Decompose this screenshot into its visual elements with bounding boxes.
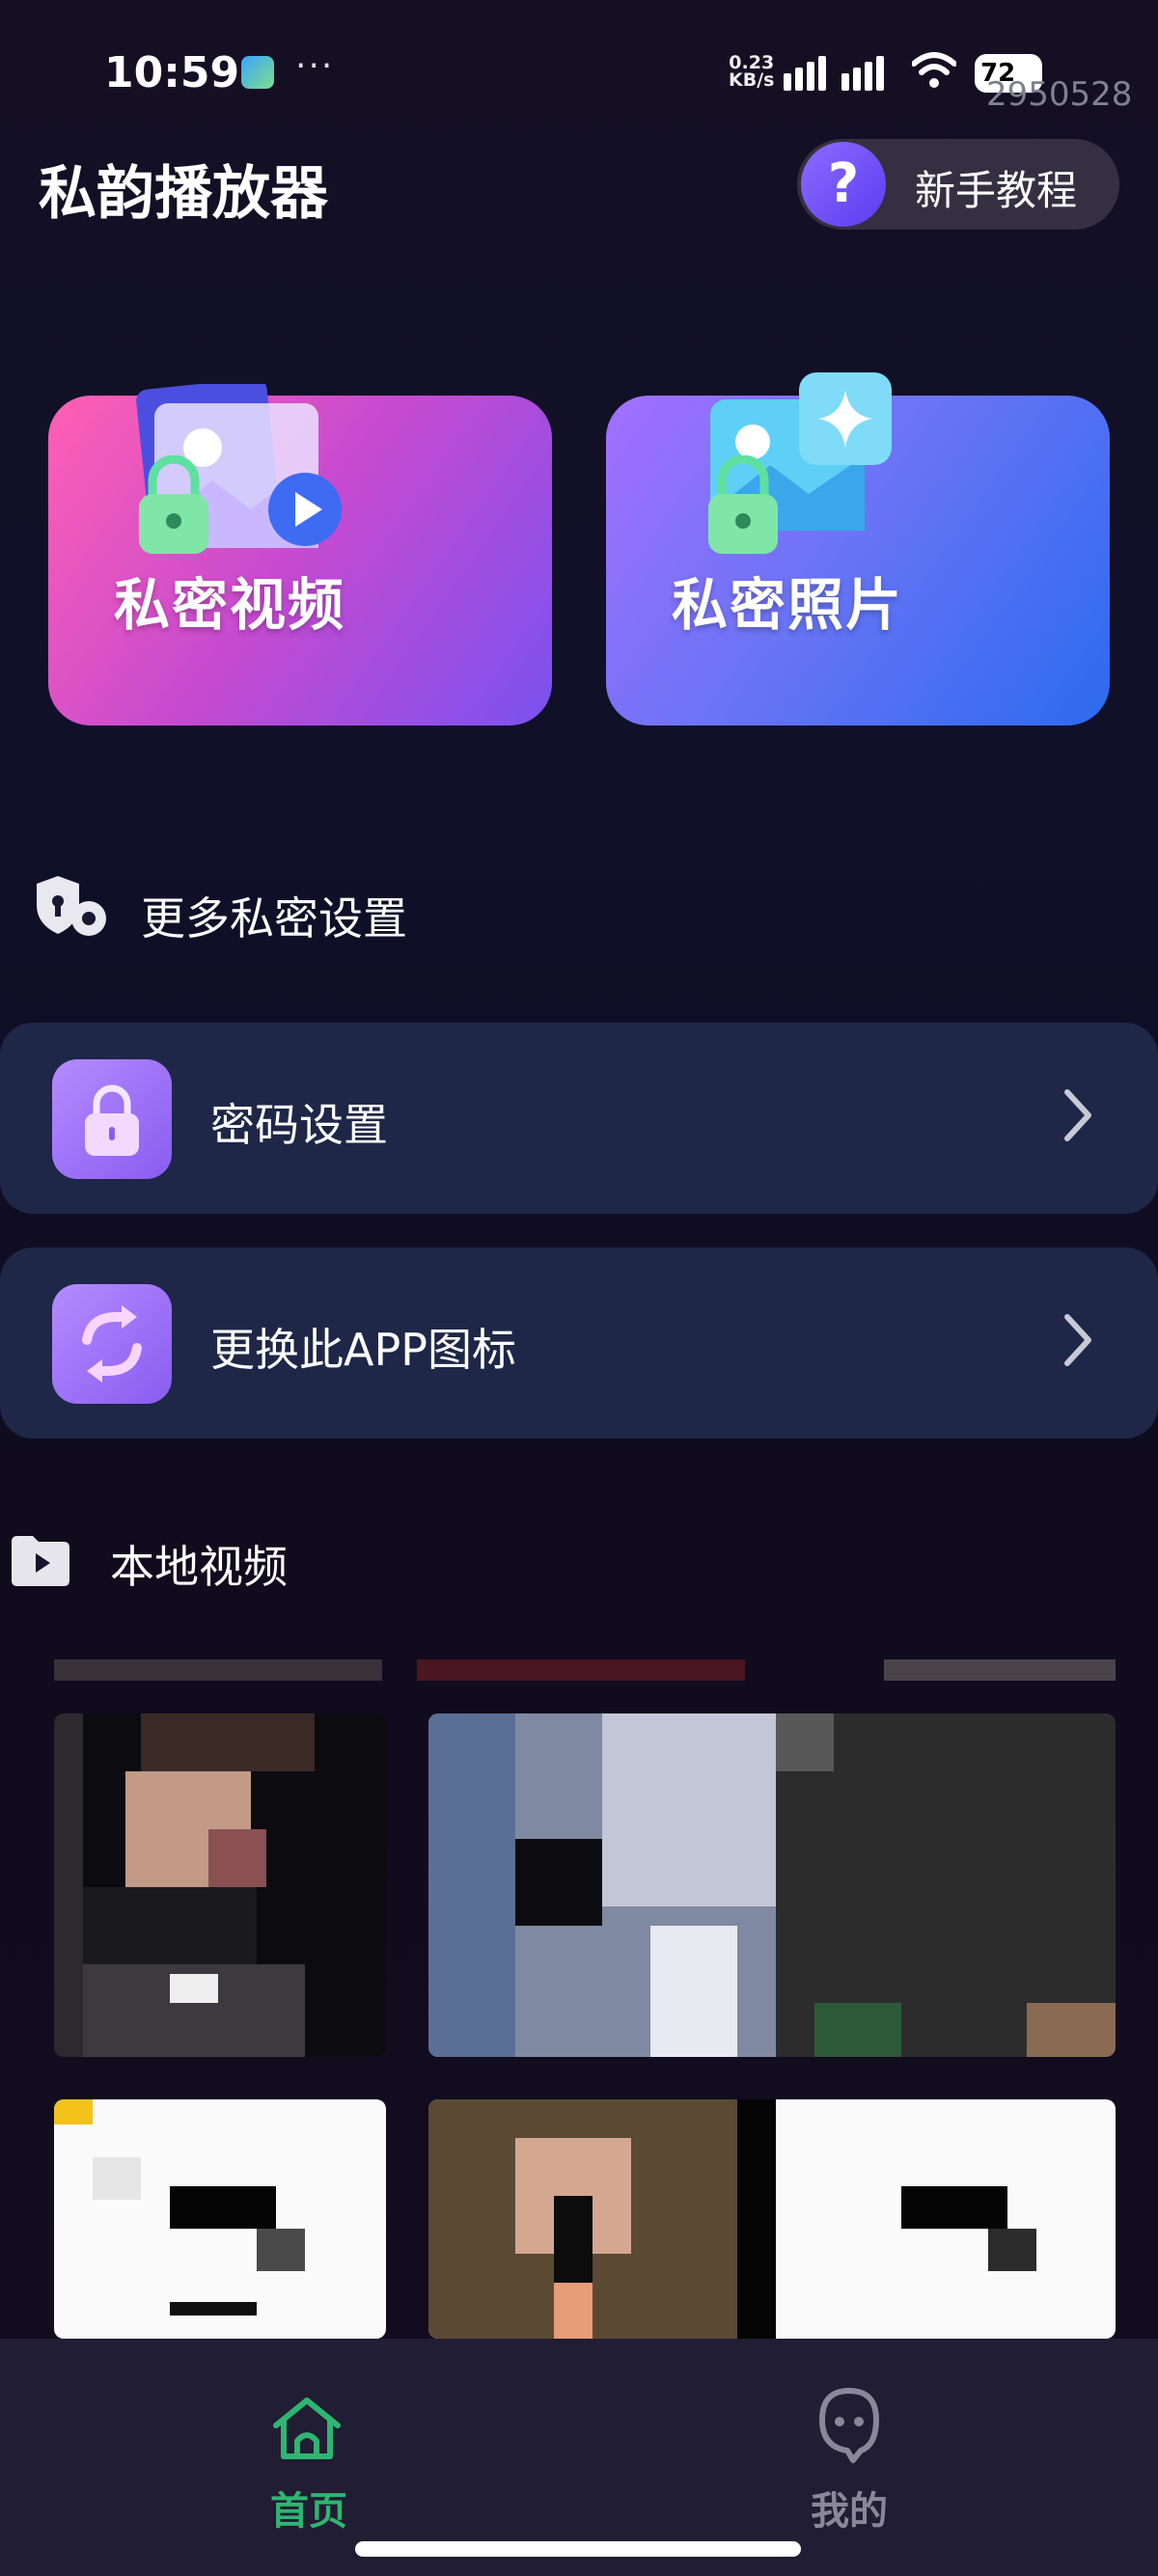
network-speed: 0.23 KB/s <box>729 54 775 91</box>
lock-icon <box>139 455 208 554</box>
more-settings-title: 更多私密设置 <box>141 892 407 945</box>
help-icon: ? <box>801 142 886 227</box>
signal-icon <box>784 56 884 91</box>
app-title: 私韵播放器 <box>39 160 328 228</box>
tutorial-label: 新手教程 <box>915 167 1078 214</box>
wifi-icon <box>912 52 956 88</box>
nav-home-label: 首页 <box>270 2489 347 2534</box>
private-video-card[interactable]: 私密视频 <box>48 384 552 726</box>
video-thumbnail[interactable] <box>54 1713 386 2057</box>
video-thumbnail-strip <box>54 1659 1116 1681</box>
video-thumbnail[interactable] <box>54 2099 386 2339</box>
network-speed-unit: KB/s <box>729 69 775 91</box>
change-app-icon-row[interactable]: 更换此APP图标 <box>0 1247 1158 1439</box>
video-thumbnail[interactable] <box>428 2099 1116 2339</box>
change-app-icon-label: 更换此APP图标 <box>210 1324 516 1376</box>
status-time: 10:59 <box>104 48 240 97</box>
private-photo-label: 私密照片 <box>672 572 904 638</box>
shield-gear-icon <box>37 876 106 936</box>
nav-home[interactable]: 首页 <box>210 2377 403 2534</box>
video-folder-icon <box>12 1536 69 1586</box>
chevron-right-icon <box>1064 1314 1091 1366</box>
nav-mine-label: 我的 <box>811 2489 888 2534</box>
watermark-text: 2950528 <box>986 75 1133 114</box>
profile-icon <box>819 2388 879 2463</box>
swap-icon <box>52 1284 172 1404</box>
private-photo-card[interactable]: 私密照片 <box>606 372 1110 726</box>
password-settings-label: 密码设置 <box>210 1099 388 1151</box>
gallery-notification-icon <box>241 56 274 89</box>
video-thumbnail[interactable] <box>428 1713 1116 2057</box>
home-icon <box>273 2398 341 2459</box>
nav-mine[interactable]: 我的 <box>753 2377 946 2534</box>
gesture-home-bar[interactable] <box>355 2541 801 2557</box>
lock-icon <box>52 1059 172 1179</box>
more-notifications-icon: ··· <box>295 46 335 86</box>
password-settings-row[interactable]: 密码设置 <box>0 1023 1158 1214</box>
private-video-label: 私密视频 <box>114 572 346 638</box>
chevron-right-icon <box>1064 1089 1091 1141</box>
tutorial-button[interactable]: ? 新手教程 <box>797 139 1119 230</box>
local-videos-title: 本地视频 <box>110 1541 288 1593</box>
lock-icon <box>708 455 778 554</box>
